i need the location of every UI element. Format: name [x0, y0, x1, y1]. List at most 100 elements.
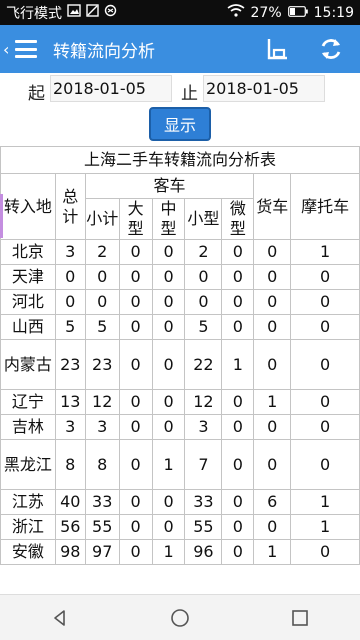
value-cell: 0	[118, 314, 153, 340]
region-cell: 山西	[0, 314, 56, 340]
value-cell: 97	[84, 539, 120, 565]
value-cell: 0	[221, 514, 255, 540]
value-cell: 3	[184, 414, 223, 440]
value-cell: 0	[290, 289, 360, 315]
value-cell: 6	[253, 489, 292, 515]
value-cell: 0	[151, 289, 186, 315]
value-cell: 23	[54, 339, 86, 390]
nav-home-icon[interactable]	[160, 598, 200, 638]
from-label: 起	[28, 84, 45, 104]
value-cell: 0	[151, 389, 186, 415]
value-cell: 33	[84, 489, 120, 515]
table-row: 河北 0 0 0 0 0 0 0 0	[0, 289, 360, 315]
back-icon[interactable]: ‹	[3, 40, 13, 59]
header-passenger-sub: 中型	[151, 198, 186, 240]
table-row: 黑龙江 8 8 0 1 7 0 0 0	[0, 439, 360, 490]
value-cell: 13	[54, 389, 86, 415]
value-cell: 8	[84, 439, 120, 490]
refresh-icon[interactable]	[316, 34, 346, 64]
table-row: 浙江 56 55 0 0 55 0 0 1	[0, 514, 360, 540]
value-cell: 0	[253, 339, 292, 390]
value-cell: 7	[184, 439, 223, 490]
value-cell: 8	[54, 439, 86, 490]
nav-recents-icon[interactable]	[280, 598, 320, 638]
header-passenger-sub: 大型	[118, 198, 153, 240]
value-cell: 0	[221, 264, 255, 290]
table-row: 江苏 40 33 0 0 33 0 6 1	[0, 489, 360, 515]
value-cell: 0	[118, 339, 153, 390]
value-cell: 3	[84, 414, 120, 440]
value-cell: 23	[84, 339, 120, 390]
airplane-mode-label: 飞行模式	[6, 5, 62, 22]
value-cell: 0	[54, 289, 86, 315]
chart-icon[interactable]	[262, 34, 292, 64]
value-cell: 0	[118, 489, 153, 515]
value-cell: 0	[151, 489, 186, 515]
value-cell: 0	[290, 439, 360, 490]
value-cell: 0	[253, 289, 292, 315]
value-cell: 40	[54, 489, 86, 515]
region-cell: 安徽	[0, 539, 56, 565]
value-cell: 33	[184, 489, 223, 515]
value-cell: 0	[221, 439, 255, 490]
value-cell: 1	[221, 339, 255, 390]
value-cell: 0	[253, 439, 292, 490]
from-date-input[interactable]	[50, 75, 172, 102]
value-cell: 0	[290, 414, 360, 440]
table-row: 吉林 3 3 0 0 3 0 0 0	[0, 414, 360, 440]
value-cell: 0	[290, 389, 360, 415]
show-button[interactable]: 显示	[149, 107, 211, 141]
value-cell: 0	[184, 264, 223, 290]
image-icon	[67, 4, 81, 21]
region-cell: 黑龙江	[0, 439, 56, 490]
value-cell: 0	[118, 264, 153, 290]
value-cell: 12	[184, 389, 223, 415]
table-row: 山西 5 5 0 0 5 0 0 0	[0, 314, 360, 340]
header-total: 总计	[54, 173, 86, 240]
value-cell: 3	[54, 414, 86, 440]
header-region: 转入地	[0, 173, 56, 240]
value-cell: 0	[290, 314, 360, 340]
value-cell: 98	[54, 539, 86, 565]
region-cell: 内蒙古	[0, 339, 56, 390]
nav-back-icon[interactable]	[40, 598, 80, 638]
value-cell: 0	[54, 264, 86, 290]
page-title: 转籍流向分析	[53, 41, 155, 62]
menu-icon[interactable]	[15, 40, 37, 58]
value-cell: 0	[118, 414, 153, 440]
scroll-indicator	[0, 194, 3, 238]
value-cell: 3	[54, 239, 86, 265]
header-passenger-sub: 微型	[221, 198, 255, 240]
value-cell: 1	[253, 389, 292, 415]
value-cell: 0	[84, 264, 120, 290]
value-cell: 5	[54, 314, 86, 340]
value-cell: 0	[84, 289, 120, 315]
value-cell: 0	[151, 339, 186, 390]
value-cell: 1	[151, 539, 186, 565]
value-cell: 0	[221, 289, 255, 315]
value-cell: 22	[184, 339, 223, 390]
no-sim-icon	[86, 4, 99, 21]
to-date-input[interactable]	[203, 75, 325, 102]
value-cell: 0	[184, 289, 223, 315]
value-cell: 0	[221, 414, 255, 440]
region-cell: 吉林	[0, 414, 56, 440]
value-cell: 55	[84, 514, 120, 540]
value-cell: 0	[253, 514, 292, 540]
battery-percent: 27%	[250, 4, 282, 21]
value-cell: 1	[290, 489, 360, 515]
value-cell: 0	[253, 314, 292, 340]
value-cell: 1	[290, 239, 360, 265]
report-table: 上海二手车转籍流向分析表 转入地 总计 客车 货车 摩托车 小计 大型 中型 小型 微型…	[0, 146, 360, 565]
value-cell: 0	[151, 264, 186, 290]
clock: 15:19	[313, 4, 354, 21]
region-cell: 北京	[0, 239, 56, 265]
status-bar: 飞行模式 27% 15:19	[0, 0, 360, 25]
usb-debug-icon	[104, 4, 117, 21]
table-row: 北京 3 2 0 0 2 0 0 1	[0, 239, 360, 265]
value-cell: 5	[84, 314, 120, 340]
value-cell: 12	[84, 389, 120, 415]
value-cell: 1	[253, 539, 292, 565]
value-cell: 0	[151, 514, 186, 540]
to-label: 止	[181, 84, 198, 104]
